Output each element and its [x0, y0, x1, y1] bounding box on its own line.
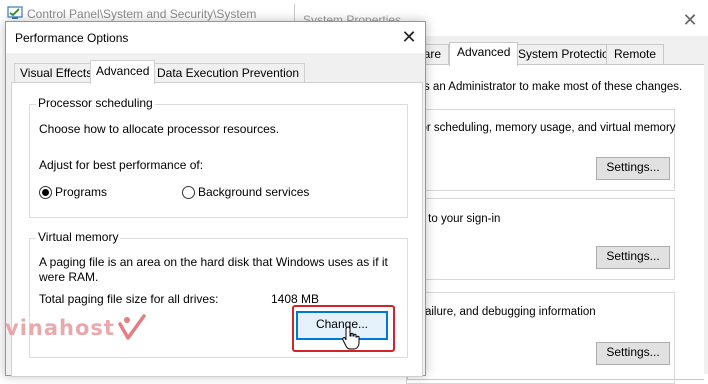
tab-advanced[interactable]: Advanced	[449, 42, 519, 66]
close-icon[interactable]: ✕	[678, 8, 702, 32]
tab-visual-effects[interactable]: Visual Effects	[14, 63, 99, 84]
performance-settings-button[interactable]: Settings...	[596, 157, 670, 180]
performance-group: ssor scheduling, memory usage, and virtu…	[406, 109, 676, 191]
processor-description: Choose how to allocate processor resourc…	[39, 122, 280, 136]
virtual-memory-legend: Virtual memory	[36, 230, 121, 244]
startup-recovery-group: m failure, and debugging information Set…	[406, 292, 675, 384]
virtual-memory-description-line1: A paging file is an area on the hard dis…	[39, 255, 388, 269]
total-paging-label: Total paging file size for all drives:	[39, 292, 219, 306]
adjust-label: Adjust for best performance of:	[39, 158, 204, 172]
virtual-memory-description-line2: were RAM.	[39, 270, 99, 284]
performance-description: ssor scheduling, memory usage, and virtu…	[409, 122, 676, 134]
total-paging-value: 1408 MB	[271, 292, 320, 306]
user-profiles-group: ted to your sign-in Settings...	[406, 198, 675, 280]
background-services-radio[interactable]	[182, 186, 195, 199]
processor-scheduling-legend: Processor scheduling	[36, 96, 155, 110]
tab-remote[interactable]: Remote	[606, 44, 665, 65]
system-properties-panel: n as an Administrator to make most of th…	[406, 64, 704, 384]
hand-cursor-icon	[342, 326, 360, 350]
programs-label[interactable]: Programs	[55, 185, 107, 199]
programs-radio[interactable]	[39, 186, 52, 199]
startup-description: m failure, and debugging information	[409, 306, 596, 318]
control-panel-title: Control Panel\System and Security\System	[27, 7, 257, 21]
user-profiles-settings-button[interactable]: Settings...	[596, 246, 670, 269]
vinahost-watermark: vinahost	[5, 316, 115, 340]
dialog-title: Performance Options	[15, 31, 129, 45]
processor-scheduling-group: Processor scheduling Choose how to alloc…	[29, 96, 408, 218]
startup-settings-button[interactable]: Settings...	[596, 342, 670, 365]
background-services-label[interactable]: Background services	[198, 185, 309, 199]
control-panel-icon	[7, 6, 23, 19]
tab-data-execution-prevention[interactable]: Data Execution Prevention	[151, 63, 306, 84]
tab-advanced[interactable]: Advanced	[90, 60, 156, 84]
vinahost-logo-mark	[118, 314, 146, 340]
performance-options-titlebar: Performance Options ✕	[6, 22, 425, 53]
admin-note: n as an Administrator to make most of th…	[408, 81, 683, 93]
close-icon[interactable]: ✕	[398, 26, 420, 48]
